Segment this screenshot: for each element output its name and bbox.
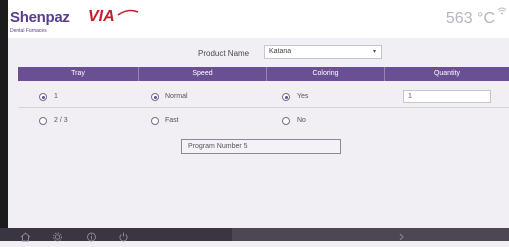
coloring-option-label: Yes xyxy=(297,93,309,100)
quantity-cell: 1 xyxy=(385,85,509,109)
bottom-nav-bar xyxy=(0,228,509,242)
speed-option-fast[interactable]: Fast xyxy=(139,110,267,134)
column-header-coloring: Coloring xyxy=(267,67,385,81)
coloring-option-yes[interactable]: Yes xyxy=(267,85,385,109)
header-bar: Shenpaz Dental Furnaces VIA 563 °C xyxy=(8,0,509,38)
speed-option-normal[interactable]: Normal xyxy=(139,85,267,109)
radio-selected-icon[interactable] xyxy=(39,93,47,101)
info-icon[interactable] xyxy=(86,229,97,242)
program-number-display: Program Number 5 xyxy=(181,139,341,154)
speed-option-label: Fast xyxy=(165,117,179,124)
radio-unselected-icon[interactable] xyxy=(282,117,290,125)
table-header: Tray Speed Coloring Quantity xyxy=(18,67,509,81)
bottom-nav-secondary xyxy=(232,228,509,241)
dropdown-arrow-icon: ▾ xyxy=(372,49,376,55)
home-icon[interactable] xyxy=(20,229,31,242)
wifi-icon xyxy=(497,3,507,21)
radio-unselected-icon[interactable] xyxy=(151,117,159,125)
temperature-readout: 563 °C xyxy=(445,10,495,27)
tray-option-label: 2 / 3 xyxy=(54,117,68,124)
power-icon[interactable] xyxy=(118,229,129,242)
column-header-speed: Speed xyxy=(139,67,267,81)
svg-text:VIA: VIA xyxy=(88,8,115,24)
chevron-right-icon[interactable] xyxy=(396,229,407,241)
coloring-option-no[interactable]: No xyxy=(267,110,385,134)
column-header-quantity: Quantity xyxy=(433,70,461,77)
product-name-label: Product Name xyxy=(198,49,250,58)
speed-option-label: Normal xyxy=(165,93,188,100)
row-divider xyxy=(18,107,509,108)
table-row: 1 Normal Yes 1 xyxy=(18,85,509,109)
product-name-select[interactable]: Katana ▾ xyxy=(264,45,382,59)
radio-selected-icon[interactable] xyxy=(151,93,159,101)
tray-option-1[interactable]: 1 xyxy=(18,85,139,109)
column-header-tray: Tray xyxy=(18,67,139,81)
product-selected-value: Katana xyxy=(269,48,292,55)
tray-option-label: 1 xyxy=(54,93,58,100)
brand-logo: Shenpaz Dental Furnaces xyxy=(10,9,70,34)
quantity-input[interactable]: 1 xyxy=(403,90,491,103)
coloring-option-label: No xyxy=(297,117,306,124)
radio-selected-icon[interactable] xyxy=(282,93,290,101)
tray-option-2-3[interactable]: 2 / 3 xyxy=(18,110,139,134)
via-logo: VIA xyxy=(88,6,140,29)
brand-tagline: Dental Furnaces xyxy=(10,28,47,34)
left-frame xyxy=(0,0,8,241)
brand-name: Shenpaz xyxy=(10,9,70,26)
quantity-cell-empty xyxy=(385,110,509,134)
radio-unselected-icon[interactable] xyxy=(39,117,47,125)
table-row: 2 / 3 Fast No xyxy=(18,110,509,134)
settings-icon[interactable] xyxy=(52,229,63,242)
